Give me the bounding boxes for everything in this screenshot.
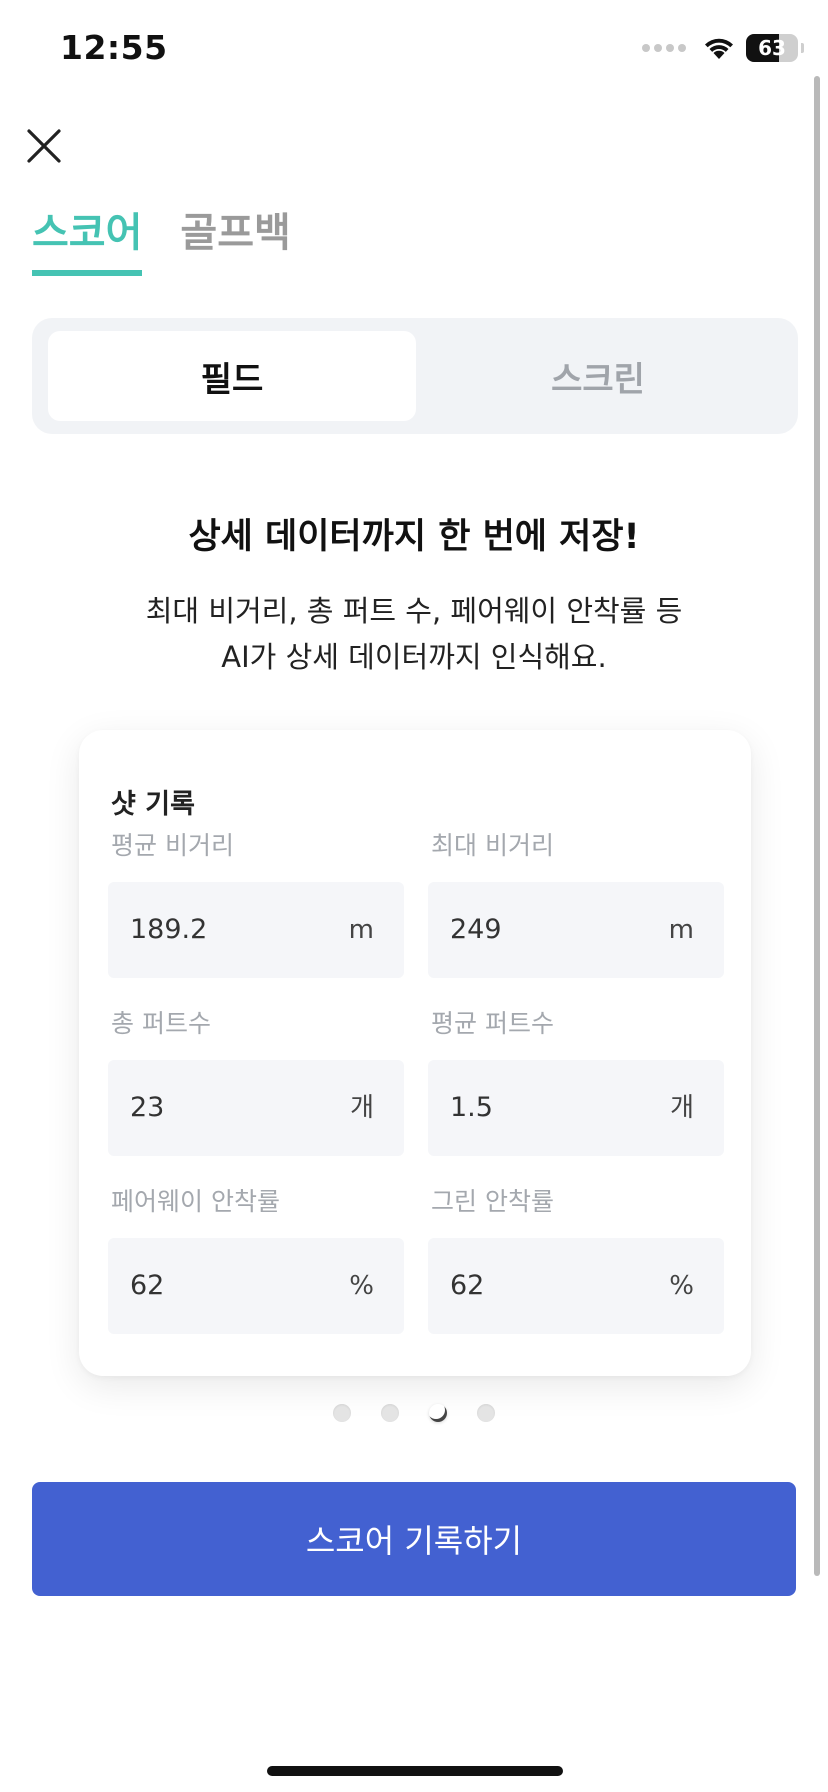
wifi-icon — [705, 38, 733, 59]
field-value: 23 — [130, 1092, 165, 1123]
status-bar: 12:55 63 — [0, 0, 828, 100]
cellular-signal-icon — [642, 44, 686, 52]
battery-level: 63 — [758, 36, 786, 60]
field-unit: m — [348, 915, 374, 945]
segment-field[interactable]: 필드 — [48, 331, 416, 421]
field-unit: 개 — [350, 1093, 374, 1123]
pagination-dot[interactable] — [333, 1404, 351, 1422]
field-value: 62 — [130, 1270, 165, 1301]
status-indicators: 63 — [642, 34, 804, 62]
field-label-max-distance: 최대 비거리 — [431, 831, 554, 860]
field-fairway-hit: 62 % — [108, 1238, 404, 1334]
pagination-dot[interactable] — [381, 1404, 399, 1422]
field-unit: m — [668, 915, 694, 945]
field-green-hit: 62 % — [428, 1238, 724, 1334]
field-value: 189.2 — [130, 914, 208, 945]
close-button[interactable] — [26, 128, 62, 164]
top-tabs: 스코어 골프백 — [32, 200, 291, 276]
field-total-putts: 23 개 — [108, 1060, 404, 1156]
field-unit: % — [349, 1271, 374, 1301]
card-title: 샷 기록 — [111, 789, 195, 820]
field-value: 62 — [450, 1270, 485, 1301]
tab-score[interactable]: 스코어 — [32, 200, 143, 276]
field-max-distance: 249 m — [428, 882, 724, 978]
status-time: 12:55 — [60, 28, 168, 67]
pagination-dot[interactable] — [477, 1404, 495, 1422]
segment-screen[interactable]: 스크린 — [414, 331, 782, 421]
field-label-total-putts: 총 퍼트수 — [111, 1009, 211, 1038]
field-label-avg-distance: 평균 비거리 — [111, 831, 234, 860]
field-label-green-hit: 그린 안착률 — [431, 1187, 554, 1216]
field-avg-putts: 1.5 개 — [428, 1060, 724, 1156]
description: 최대 비거리, 총 퍼트 수, 페어웨이 안착률 등 AI가 상세 데이터까지 … — [0, 588, 828, 680]
field-avg-distance: 189.2 m — [108, 882, 404, 978]
carousel-pagination — [0, 1404, 828, 1422]
shot-record-card: 샷 기록 평균 비거리 189.2 m 최대 비거리 249 m 총 퍼트수 2… — [79, 730, 751, 1376]
field-label-fairway-hit: 페어웨이 안착률 — [111, 1187, 280, 1216]
field-unit: % — [669, 1271, 694, 1301]
field-value: 1.5 — [450, 1092, 493, 1123]
record-score-button[interactable]: 스코어 기록하기 — [32, 1482, 796, 1596]
battery-icon: 63 — [746, 34, 804, 62]
home-indicator[interactable] — [267, 1766, 563, 1776]
description-line-1: 최대 비거리, 총 퍼트 수, 페어웨이 안착률 등 — [145, 594, 683, 628]
description-line-2: AI가 상세 데이터까지 인식해요. — [221, 640, 607, 674]
field-label-avg-putts: 평균 퍼트수 — [431, 1009, 554, 1038]
field-unit: 개 — [670, 1093, 694, 1123]
field-value: 249 — [450, 914, 502, 945]
tab-golf-bag[interactable]: 골프백 — [180, 200, 290, 276]
scroll-indicator[interactable] — [814, 76, 820, 1576]
field-screen-segmented-control: 필드 스크린 — [32, 318, 798, 434]
pagination-dot-active[interactable] — [429, 1404, 447, 1422]
headline: 상세 데이터까지 한 번에 저장! — [188, 517, 640, 557]
close-icon — [27, 129, 61, 163]
